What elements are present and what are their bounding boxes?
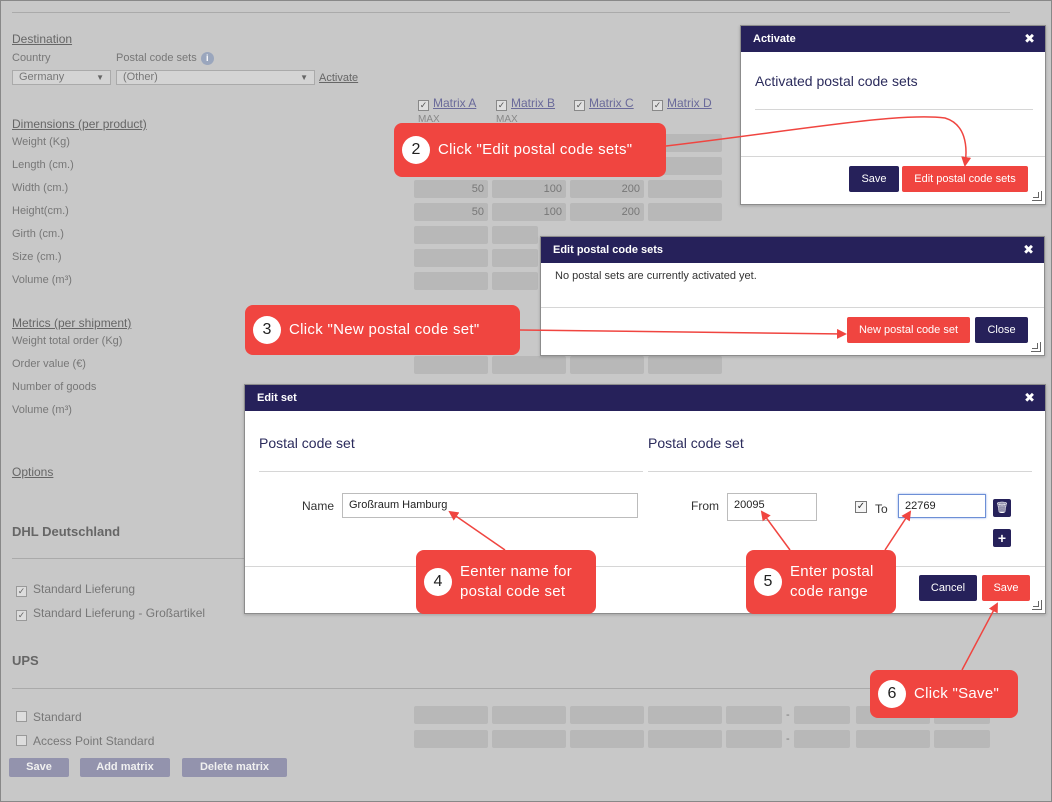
callout-4-line-2: postal code set [460,583,566,600]
callout-2-number: 2 [402,136,430,164]
arrow-5b [884,510,912,551]
arrow-5a [760,510,791,551]
arrow-3 [519,328,847,339]
callout-5-line-1: Enter postal [790,563,874,580]
callout-step-5: 5 Enter postal code range [746,550,896,614]
callout-step-3: 3 Click "New postal code set" [245,305,520,355]
arrow-4 [448,510,506,551]
callout-step-6: 6 Click "Save" [870,670,1018,718]
callout-step-4: 4 Eenter name for postal code set [416,550,596,614]
callout-2-text: Click "Edit postal code sets" [438,141,633,158]
callout-3-text: Click "New postal code set" [289,321,480,338]
callout-4-number: 4 [424,568,452,596]
callout-5-line-2: code range [790,583,869,600]
callout-6-number: 6 [878,680,906,708]
callout-5-number: 5 [754,568,782,596]
callout-4-line-1: Eenter name for [460,563,573,580]
arrow-6 [961,602,998,671]
callout-3-number: 3 [253,316,281,344]
callout-5-text: Enter postal code range [790,562,874,602]
callout-6-text: Click "Save" [914,685,1000,702]
arrow-2 [665,116,972,167]
callout-4-text: Eenter name for postal code set [460,562,572,602]
callout-step-2: 2 Click "Edit postal code sets" [394,123,666,177]
